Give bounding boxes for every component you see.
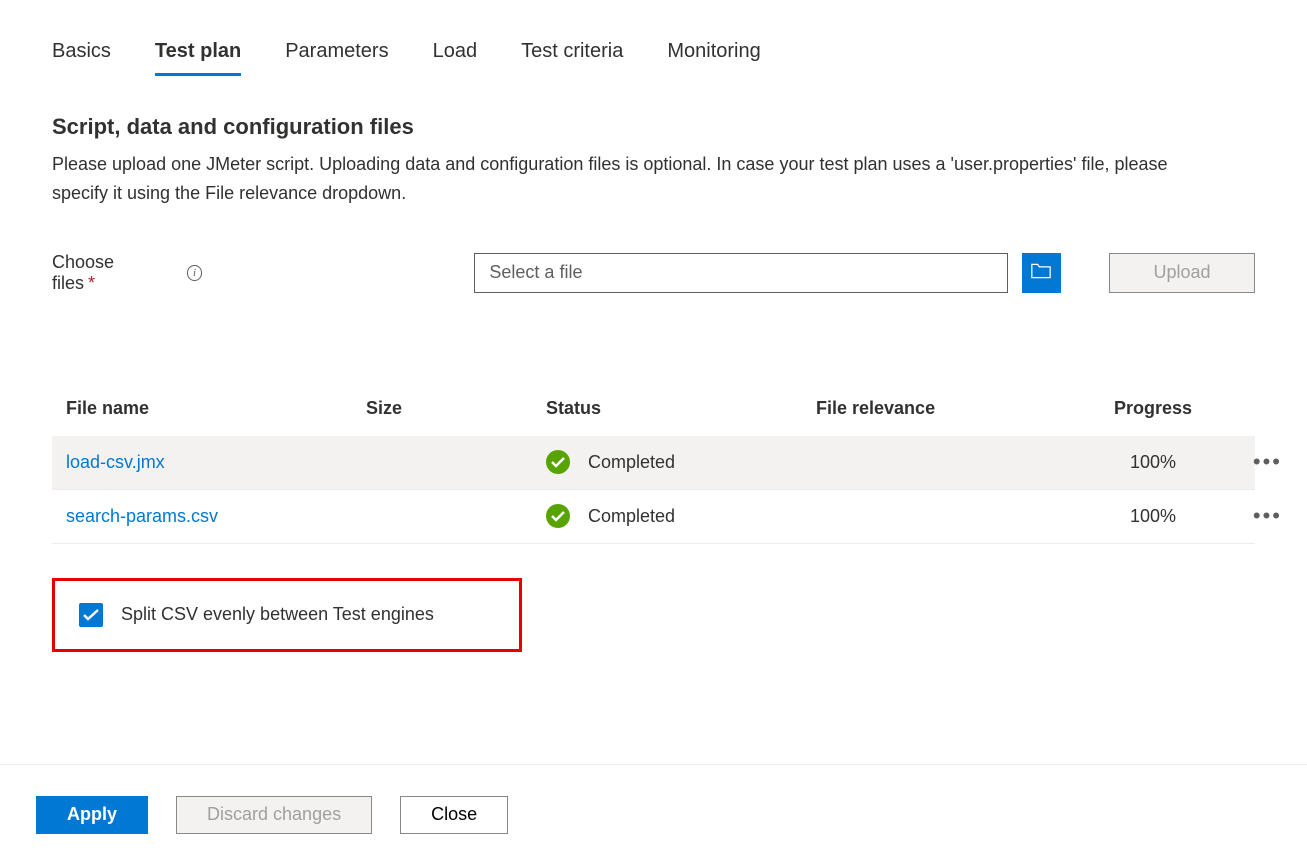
footer-bar: Apply Discard changes Close xyxy=(0,764,1307,864)
section-description: Please upload one JMeter script. Uploadi… xyxy=(52,150,1222,208)
file-select-input[interactable]: Select a file xyxy=(474,253,1007,293)
progress-text: 100% xyxy=(1084,506,1242,527)
status-success-icon xyxy=(546,450,570,474)
file-link[interactable]: search-params.csv xyxy=(66,506,366,527)
col-relevance: File relevance xyxy=(816,398,1084,419)
tab-monitoring[interactable]: Monitoring xyxy=(667,40,760,76)
files-table: File name Size Status File relevance Pro… xyxy=(52,382,1255,544)
status-success-icon xyxy=(546,504,570,528)
table-row: load-csv.jmx Completed 100% ••• xyxy=(52,436,1255,490)
upload-button[interactable]: Upload xyxy=(1109,253,1255,293)
tab-parameters[interactable]: Parameters xyxy=(285,40,388,76)
status-text: Completed xyxy=(588,452,675,473)
status-text: Completed xyxy=(588,506,675,527)
col-filename: File name xyxy=(66,398,366,419)
file-link[interactable]: load-csv.jmx xyxy=(66,452,366,473)
progress-text: 100% xyxy=(1084,452,1242,473)
tab-basics[interactable]: Basics xyxy=(52,40,111,76)
col-size: Size xyxy=(366,398,546,419)
table-row: search-params.csv Completed 100% ••• xyxy=(52,490,1255,544)
row-more-menu[interactable]: ••• xyxy=(1242,449,1282,475)
row-more-menu[interactable]: ••• xyxy=(1242,503,1282,529)
tabs-bar: Basics Test plan Parameters Load Test cr… xyxy=(0,0,1307,76)
col-progress: Progress xyxy=(1084,398,1242,419)
split-csv-checkbox[interactable] xyxy=(79,603,103,627)
table-header: File name Size Status File relevance Pro… xyxy=(52,382,1255,436)
split-csv-label: Split CSV evenly between Test engines xyxy=(121,604,434,625)
tab-test-plan[interactable]: Test plan xyxy=(155,40,241,76)
choose-files-label: Choose files* xyxy=(52,252,161,294)
apply-button[interactable]: Apply xyxy=(36,796,148,834)
browse-button[interactable] xyxy=(1022,253,1061,293)
tab-load[interactable]: Load xyxy=(433,40,478,76)
split-csv-highlight: Split CSV evenly between Test engines xyxy=(52,578,522,652)
discard-changes-button[interactable]: Discard changes xyxy=(176,796,372,834)
info-icon[interactable]: i xyxy=(187,265,203,281)
tab-test-criteria[interactable]: Test criteria xyxy=(521,40,623,76)
section-title: Script, data and configuration files xyxy=(52,114,1255,140)
folder-icon xyxy=(1031,263,1051,282)
col-status: Status xyxy=(546,398,816,419)
choose-files-row: Choose files* i Select a file Upload xyxy=(52,252,1255,294)
close-button[interactable]: Close xyxy=(400,796,508,834)
